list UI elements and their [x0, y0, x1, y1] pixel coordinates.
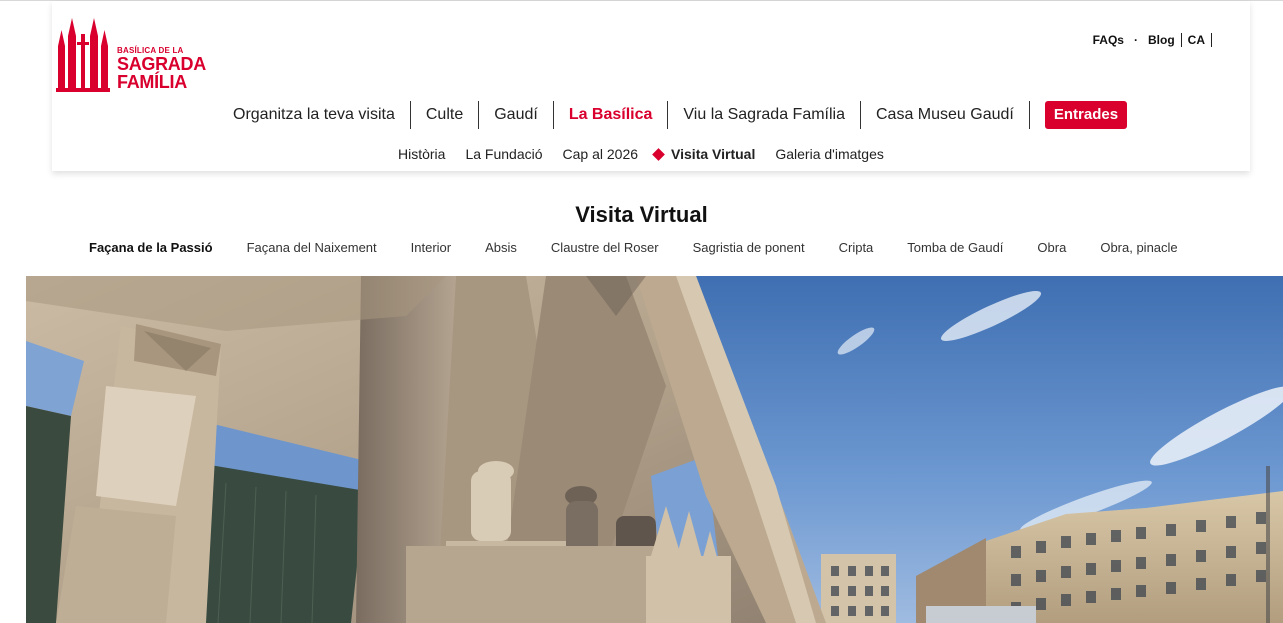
tab-construction[interactable]: Obra — [1020, 240, 1083, 256]
panorama-image — [26, 276, 1283, 623]
tab-west-sacristy[interactable]: Sagristia de ponent — [676, 240, 822, 256]
nav-item-basilica[interactable]: La Basílica — [554, 101, 668, 129]
site-header: BASÍLICA DE LA SAGRADA FAMÍLIA FAQs · Bl… — [52, 1, 1250, 171]
nav-item-plan-visit[interactable]: Organitza la teva visita — [218, 101, 410, 129]
tab-interior[interactable]: Interior — [394, 240, 468, 256]
sub-nav-image-gallery[interactable]: Galeria d'imatges — [765, 144, 894, 164]
tab-crypt[interactable]: Cripta — [822, 240, 891, 256]
separator-bar — [1211, 33, 1212, 47]
virtual-tour-viewer[interactable] — [26, 276, 1283, 623]
faqs-link[interactable]: FAQs — [1087, 33, 1130, 47]
utility-nav: FAQs · Blog CA — [1087, 33, 1212, 47]
tab-gaudi-tomb[interactable]: Tomba de Gaudí — [890, 240, 1020, 256]
blog-link[interactable]: Blog — [1142, 33, 1181, 47]
sub-nav: Història La Fundació Cap al 2026 Visita … — [388, 144, 894, 164]
tab-passion-facade[interactable]: Façana de la Passió — [72, 240, 230, 256]
sub-nav-history[interactable]: Història — [388, 144, 455, 164]
separator-dot: · — [1133, 33, 1138, 47]
brand-line-3: FAMÍLIA — [117, 72, 187, 92]
tab-nativity-facade[interactable]: Façana del Naixement — [230, 240, 394, 256]
nav-item-live-sagrada-familia[interactable]: Viu la Sagrada Família — [668, 101, 860, 129]
main-nav: Organitza la teva visita Culte Gaudí La … — [218, 101, 1128, 129]
tab-construction-pinnacle[interactable]: Obra, pinacle — [1083, 240, 1194, 256]
tickets-button[interactable]: Entrades — [1044, 101, 1128, 129]
tour-tabs: Façana de la Passió Façana del Naixement… — [72, 240, 1195, 256]
sub-nav-towards-2026[interactable]: Cap al 2026 — [553, 144, 649, 164]
sub-nav-foundation[interactable]: La Fundació — [455, 144, 552, 164]
brand-line-2: SAGRADA — [117, 54, 206, 74]
tab-apse[interactable]: Absis — [468, 240, 534, 256]
tab-rosary-cloister[interactable]: Claustre del Roser — [534, 240, 676, 256]
sub-nav-virtual-visit[interactable]: Visita Virtual — [663, 144, 765, 164]
page-title: Visita Virtual — [575, 202, 708, 227]
nav-item-worship[interactable]: Culte — [411, 101, 478, 129]
nav-item-gaudi[interactable]: Gaudí — [479, 101, 553, 129]
language-selector[interactable]: CA — [1182, 33, 1211, 47]
brand-wordmark: BASÍLICA DE LA SAGRADA FAMÍLIA — [117, 46, 206, 91]
nav-item-casa-museu-gaudi[interactable]: Casa Museu Gaudí — [861, 101, 1029, 129]
nav-divider — [1028, 101, 1030, 129]
